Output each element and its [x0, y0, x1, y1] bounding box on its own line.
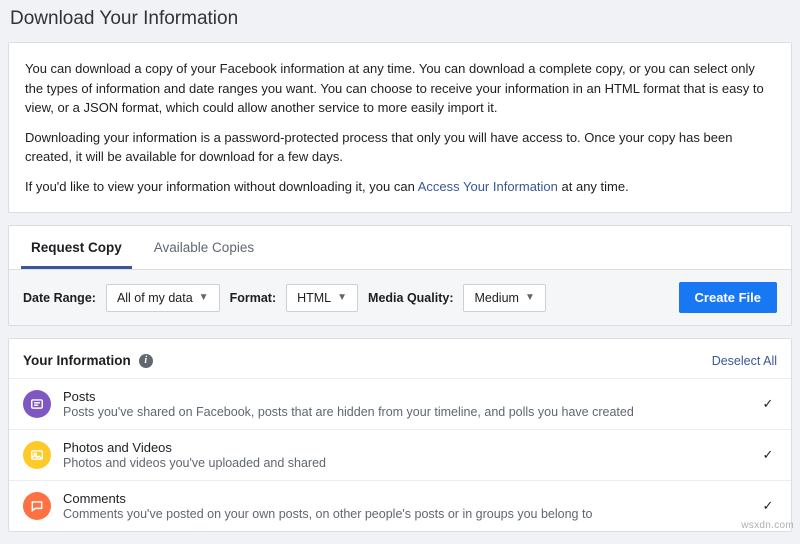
item-desc: Photos and videos you've uploaded and sh… [63, 456, 747, 470]
access-your-information-link[interactable]: Access Your Information [418, 179, 558, 194]
create-file-button[interactable]: Create File [679, 282, 777, 313]
item-desc: Posts you've shared on Facebook, posts t… [63, 405, 747, 419]
item-text: Comments Comments you've posted on your … [63, 491, 747, 521]
watermark: wsxdn.com [741, 520, 794, 531]
list-item-photos[interactable]: Photos and Videos Photos and videos you'… [9, 429, 791, 480]
list-item-posts[interactable]: Posts Posts you've shared on Facebook, p… [9, 378, 791, 429]
item-text: Posts Posts you've shared on Facebook, p… [63, 389, 747, 419]
section-title-text: Your Information [23, 353, 131, 368]
item-title: Comments [63, 491, 747, 506]
intro-paragraph-3: If you'd like to view your information w… [25, 177, 775, 197]
list-item-comments[interactable]: Comments Comments you've posted on your … [9, 480, 791, 531]
tab-available-copies[interactable]: Available Copies [144, 226, 264, 269]
checkmark-icon[interactable]: ✓ [759, 498, 777, 514]
intro-card: You can download a copy of your Facebook… [8, 42, 792, 213]
page-title: Download Your Information [0, 0, 800, 42]
comments-icon [23, 492, 51, 520]
deselect-all-link[interactable]: Deselect All [712, 354, 777, 368]
intro-p3-prefix: If you'd like to view your information w… [25, 179, 418, 194]
date-range-select[interactable]: All of my data ▼ [106, 284, 220, 312]
your-information-card: Your Information i Deselect All Posts Po… [8, 338, 792, 532]
checkmark-icon[interactable]: ✓ [759, 447, 777, 463]
intro-paragraph-2: Downloading your information is a passwo… [25, 128, 775, 167]
checkmark-icon[interactable]: ✓ [759, 396, 777, 412]
intro-p3-suffix: at any time. [558, 179, 629, 194]
info-icon[interactable]: i [139, 354, 153, 368]
item-desc: Comments you've posted on your own posts… [63, 507, 747, 521]
section-header: Your Information i Deselect All [9, 339, 791, 378]
format-value: HTML [297, 291, 331, 305]
media-quality-value: Medium [474, 291, 518, 305]
caret-down-icon: ▼ [199, 292, 209, 303]
filter-row: Date Range: All of my data ▼ Format: HTM… [9, 270, 791, 325]
format-select[interactable]: HTML ▼ [286, 284, 358, 312]
format-label: Format: [230, 291, 277, 305]
item-title: Posts [63, 389, 747, 404]
caret-down-icon: ▼ [525, 292, 535, 303]
tabs: Request Copy Available Copies [9, 226, 791, 270]
item-text: Photos and Videos Photos and videos you'… [63, 440, 747, 470]
posts-icon [23, 390, 51, 418]
section-title: Your Information i [23, 353, 153, 368]
tab-request-copy[interactable]: Request Copy [21, 226, 132, 269]
date-range-value: All of my data [117, 291, 193, 305]
item-title: Photos and Videos [63, 440, 747, 455]
date-range-label: Date Range: [23, 291, 96, 305]
media-quality-select[interactable]: Medium ▼ [463, 284, 545, 312]
photos-icon [23, 441, 51, 469]
caret-down-icon: ▼ [337, 292, 347, 303]
media-quality-label: Media Quality: [368, 291, 453, 305]
request-card: Request Copy Available Copies Date Range… [8, 225, 792, 326]
intro-paragraph-1: You can download a copy of your Facebook… [25, 59, 775, 118]
